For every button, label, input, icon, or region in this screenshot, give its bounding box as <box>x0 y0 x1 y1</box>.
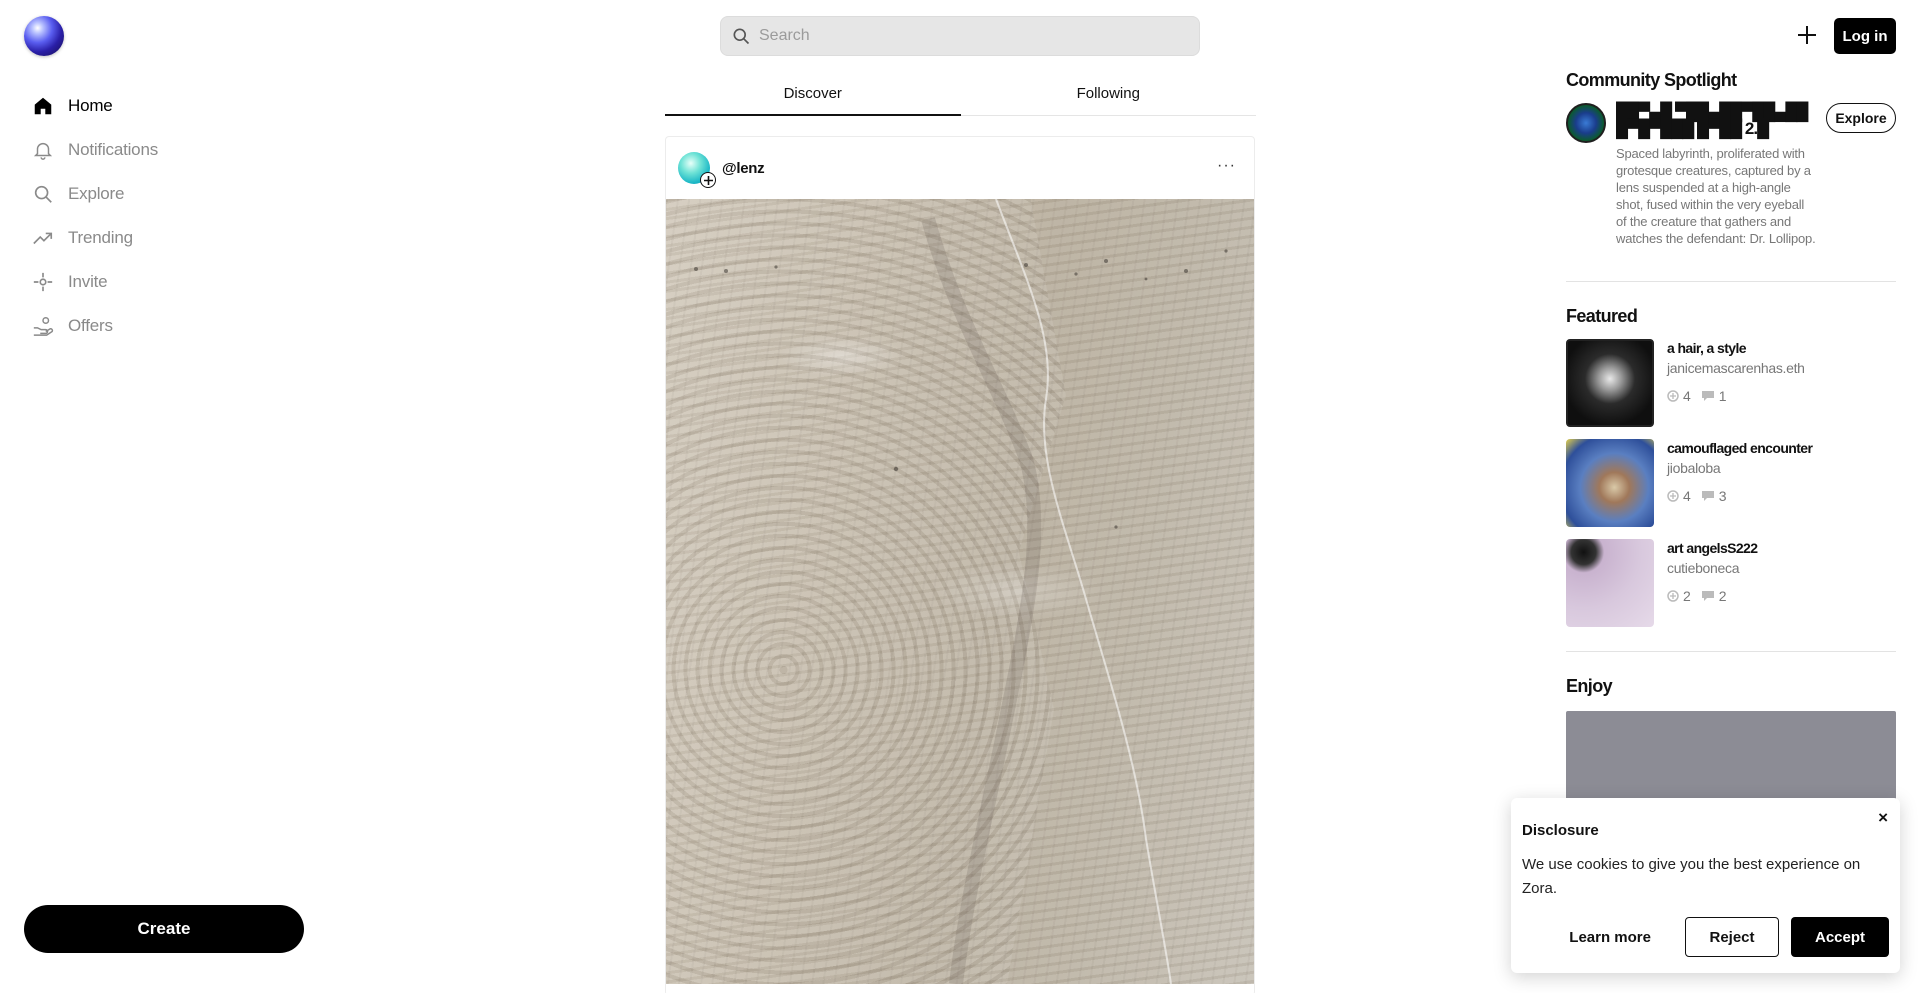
home-icon <box>30 93 56 119</box>
sidebar-item-label: Trending <box>68 228 133 247</box>
cookie-title: Disclosure <box>1522 822 1599 839</box>
post-image[interactable] <box>666 199 1254 984</box>
sidebar-nav: Home Notifications Explore Trending Invi… <box>30 84 158 348</box>
cookie-text: We use cookies to give you the best expe… <box>1522 856 1861 897</box>
search-icon <box>30 181 56 207</box>
featured-title: camouflaged encounter <box>1667 440 1813 456</box>
featured-creator: janicemascarenhas.eth <box>1667 360 1805 376</box>
search-icon <box>731 26 751 46</box>
feed-tabs: Discover Following <box>665 80 1256 116</box>
divider <box>1566 651 1896 652</box>
post-card: @lenz ··· <box>665 136 1255 993</box>
comment-icon <box>1701 391 1714 401</box>
sidebar-item-label: Notifications <box>68 140 158 159</box>
trending-icon <box>30 225 56 251</box>
spotlight-heading: Community Spotlight <box>1566 70 1737 90</box>
featured-thumbnail <box>1566 339 1654 427</box>
featured-creator: jiobaloba <box>1667 460 1721 476</box>
comment-count: 2 <box>1701 588 1727 604</box>
follow-plus-icon[interactable] <box>700 172 716 188</box>
mint-icon <box>1667 590 1679 602</box>
tide-line <box>694 199 1228 984</box>
featured-item[interactable]: a hair, a style janicemascarenhas.eth 4 … <box>1566 339 1896 427</box>
offers-icon <box>30 313 56 339</box>
bell-icon <box>30 137 56 163</box>
comment-count: 3 <box>1701 488 1727 504</box>
cookie-banner: × Disclosure We use cookies to give you … <box>1511 798 1900 973</box>
mint-icon <box>1667 390 1679 402</box>
sidebar-item-home[interactable]: Home <box>30 84 158 128</box>
search-bar[interactable] <box>720 16 1200 56</box>
sidebar-item-explore[interactable]: Explore <box>30 172 158 216</box>
reject-button[interactable]: Reject <box>1685 917 1779 957</box>
accept-button[interactable]: Accept <box>1791 917 1889 957</box>
featured-title: a hair, a style <box>1667 340 1747 356</box>
post-author[interactable]: @lenz <box>722 160 765 177</box>
learn-more-button[interactable]: Learn more <box>1569 929 1685 946</box>
mint-count: 4 <box>1667 388 1691 404</box>
post-header: @lenz ··· <box>666 137 1254 199</box>
sidebar-item-label: Explore <box>68 184 125 203</box>
featured-thumbnail <box>1566 439 1654 527</box>
plus-icon[interactable] <box>1794 22 1820 48</box>
sidebar-item-trending[interactable]: Trending <box>30 216 158 260</box>
tab-following[interactable]: Following <box>961 80 1257 115</box>
sidebar-item-label: Home <box>68 96 113 115</box>
featured-title: art angelsS222 <box>1667 540 1758 556</box>
explore-button[interactable]: Explore <box>1826 103 1896 133</box>
featured-thumbnail <box>1566 539 1654 627</box>
featured-item[interactable]: camouflaged encounter jiobaloba 4 3 <box>1566 439 1896 527</box>
close-icon[interactable]: × <box>1878 808 1888 828</box>
comment-count: 1 <box>1701 388 1727 404</box>
zora-logo[interactable] <box>24 16 64 56</box>
more-options-icon[interactable]: ··· <box>1217 157 1236 175</box>
sidebar-item-notifications[interactable]: Notifications <box>30 128 158 172</box>
spotlight-avatar[interactable] <box>1566 103 1606 143</box>
community-spotlight: ██▀▄█ ▀██▄██▀██▄███▀█▀███ █▀██ 2.█ Space… <box>1566 103 1896 247</box>
invite-icon <box>30 269 56 295</box>
mint-count: 2 <box>1667 588 1691 604</box>
spotlight-title[interactable]: ██▀▄█ ▀██▄██▀██▄███▀█▀███ █▀██ 2.█ <box>1616 103 1816 137</box>
search-input[interactable] <box>759 27 1159 45</box>
spotlight-description: Spaced labyrinth, proliferated with grot… <box>1616 146 1816 246</box>
comment-icon <box>1701 491 1714 501</box>
sidebar-item-label: Invite <box>68 272 108 291</box>
avatar[interactable] <box>678 152 716 188</box>
create-button[interactable]: Create <box>24 905 304 953</box>
divider <box>1566 281 1896 282</box>
enjoy-heading: Enjoy <box>1566 676 1613 696</box>
tab-discover[interactable]: Discover <box>665 80 961 116</box>
login-button[interactable]: Log in <box>1834 18 1896 54</box>
mint-icon <box>1667 490 1679 502</box>
sidebar-item-offers[interactable]: Offers <box>30 304 158 348</box>
sidebar-item-invite[interactable]: Invite <box>30 260 158 304</box>
featured-heading: Featured <box>1566 306 1638 326</box>
comment-icon <box>1701 591 1714 601</box>
featured-creator: cutieboneca <box>1667 560 1740 576</box>
mint-count: 4 <box>1667 488 1691 504</box>
sidebar-item-label: Offers <box>68 316 113 335</box>
featured-item[interactable]: art angelsS222 cutieboneca 2 2 <box>1566 539 1896 627</box>
